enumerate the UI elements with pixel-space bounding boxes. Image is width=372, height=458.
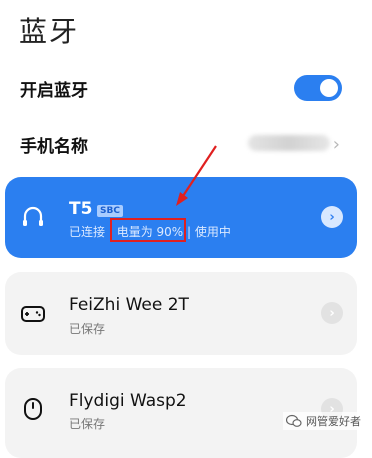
annotation-arrow <box>176 145 217 206</box>
watermark-text: 网管爱好者 <box>306 415 361 428</box>
watermark: 网管爱好者 <box>283 412 364 430</box>
annotation-highlight-box <box>110 218 186 242</box>
wechat-icon <box>286 414 302 427</box>
